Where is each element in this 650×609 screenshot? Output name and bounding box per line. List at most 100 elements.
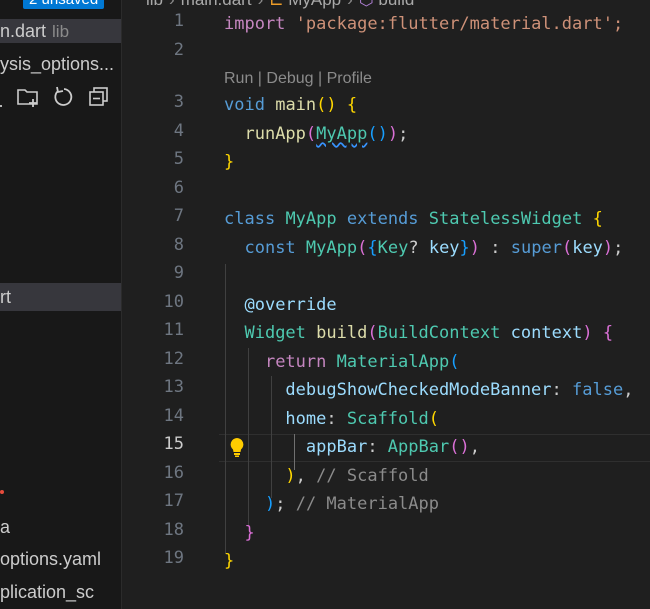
token-comment: // Scaffold [316, 466, 429, 486]
code-line-3: void main() { [224, 91, 357, 119]
code-editor[interactable]: lib›main.dart›⊏ MyApp›⬡ build 1 2 3 4 5 … [122, 0, 650, 609]
token-variable: debugShowCheckedModeBanner [285, 380, 552, 400]
method-icon: ⬡ [359, 0, 374, 9]
line-number: 6 [173, 178, 184, 198]
token-comma: , [623, 380, 634, 400]
token-comment: // MaterialApp [295, 494, 439, 514]
token-variable: home [285, 409, 327, 429]
line-number: 7 [173, 206, 184, 226]
token-type: void [224, 95, 265, 115]
token-semicolon: ; [613, 238, 624, 258]
token-class: Widget [244, 323, 306, 343]
code-line-10: @override [224, 291, 336, 319]
breadcrumb-main-dart[interactable]: main.dart [181, 0, 252, 9]
breadcrumb-lib[interactable]: lib [146, 0, 163, 9]
token-class: MaterialApp [336, 352, 450, 372]
token-operator: ? [408, 238, 419, 258]
token-paren: ( [305, 124, 317, 144]
line-number-active: 15 [163, 434, 184, 454]
explorer-file-analysis-options[interactable]: ysis_options... [0, 52, 121, 76]
line-number: 18 [163, 520, 184, 540]
explorer-file-application[interactable]: plication_sc [0, 580, 121, 604]
file-folder-suffix: lib [52, 22, 70, 41]
token-operator: : [551, 380, 573, 400]
breadcrumb-myapp[interactable]: MyApp [288, 0, 341, 9]
code-line-4: runApp(MyApp()); [224, 120, 408, 148]
breadcrumb-separator: › [347, 0, 353, 9]
token-paren: ) [469, 238, 481, 258]
unsaved-badge: 2 unsaved [23, 0, 105, 9]
line-number: 12 [163, 349, 184, 369]
token-paren: ) [582, 323, 593, 343]
token-brace: } [224, 152, 235, 172]
new-folder-icon[interactable] [16, 84, 40, 110]
collapse-all-icon[interactable] [87, 84, 111, 110]
code-line-16: ), // Scaffold [224, 462, 429, 490]
token-paren: ( [367, 323, 378, 343]
token-brace: { [367, 238, 378, 258]
token-paren: () [449, 437, 470, 457]
token-brace: { [346, 95, 358, 115]
breadcrumb-build[interactable]: build [378, 0, 414, 9]
codelens-run-debug-profile[interactable]: Run | Debug | Profile [224, 70, 372, 88]
token-semicolon: ; [398, 124, 409, 144]
token-variable: key [572, 238, 603, 258]
file-name: ysis_options... [0, 54, 115, 74]
token-class-warning: MyApp [316, 124, 368, 144]
token-keyword: return [264, 352, 327, 372]
breadcrumb-separator: › [258, 0, 264, 9]
code-line-7: class MyApp extends StatelessWidget { [224, 205, 603, 233]
line-number: 14 [163, 406, 184, 426]
token-paren: ( [449, 352, 460, 372]
code-line-17: ); // MaterialApp [224, 490, 439, 518]
token-class: MyApp [305, 238, 358, 258]
token-paren: ( [561, 238, 573, 258]
new-file-icon[interactable] [0, 84, 14, 110]
code-line-14: home: Scaffold( [224, 405, 439, 433]
breadcrumb-separator: › [169, 0, 175, 9]
token-keyword: import [224, 14, 286, 34]
line-number: 19 [163, 548, 184, 568]
explorer-file-selected[interactable]: rt [0, 283, 121, 311]
token-keyword: false [572, 380, 624, 400]
token-comma: , [469, 437, 480, 457]
token-variable: key [428, 238, 460, 258]
file-name: options.yaml [0, 549, 102, 569]
explorer-file-options-yaml[interactable]: options.yaml [0, 547, 121, 571]
token-paren: ) [387, 124, 399, 144]
code-line-15: appBar: AppBar(), [224, 433, 480, 461]
code-line-12: return MaterialApp( [224, 348, 460, 376]
token-class: StatelessWidget [428, 209, 583, 229]
code-line-19: } [224, 547, 234, 575]
line-number: 8 [173, 235, 184, 255]
explorer-file-a[interactable]: a [0, 515, 121, 539]
line-number: 3 [173, 92, 184, 112]
token-class: MyApp [285, 209, 337, 229]
token-class: BuildContext [377, 323, 501, 343]
line-number: 16 [163, 463, 184, 483]
line-number: 10 [163, 292, 184, 312]
token-function: build [316, 323, 368, 343]
token-keyword: extends [346, 209, 419, 229]
error-marker [0, 490, 4, 494]
code-line-13: debugShowCheckedModeBanner: false, [224, 376, 633, 404]
code-line-11: Widget build(BuildContext context) { [224, 319, 613, 347]
token-string: 'package:flutter/material.dart'; [295, 14, 624, 34]
refresh-icon[interactable] [52, 84, 76, 110]
line-number: 2 [173, 40, 184, 60]
token-variable: appBar [305, 437, 368, 457]
token-class: Scaffold [346, 409, 429, 429]
file-name: a [0, 517, 11, 537]
line-number: 1 [173, 11, 184, 31]
token-keyword: class [224, 209, 276, 229]
explorer-sidebar: 2 unsaved n.dart lib ysis_options... rt a… [0, 0, 122, 609]
code-line-18: } [224, 519, 254, 547]
code-line-8: const MyApp({Key? key}) : super(key); [224, 234, 623, 262]
token-variable: context [510, 323, 583, 343]
token-operator: : [367, 437, 388, 457]
token-paren: ) [602, 238, 614, 258]
token-class: Key [377, 238, 409, 258]
line-number: 5 [173, 149, 184, 169]
code-line-1: import 'package:flutter/material.dart'; [224, 10, 623, 38]
explorer-file-main-dart[interactable]: n.dart lib [0, 19, 121, 43]
